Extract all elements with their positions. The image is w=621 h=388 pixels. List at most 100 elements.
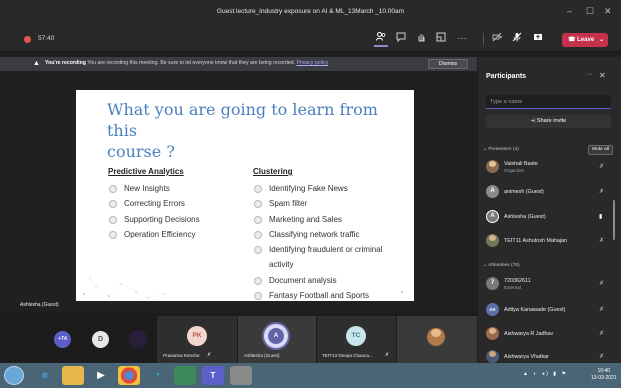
chrome-icon[interactable]	[118, 366, 140, 385]
camera-off-icon	[492, 32, 502, 42]
panel-title: Participants	[486, 73, 527, 80]
participants-panel: Participants ··· ✕ ⩤ Share invite ⌄ Pres…	[478, 57, 621, 363]
participant-row[interactable]: Aishwarya R Jadhav ✗	[486, 325, 614, 343]
participant-name: Aditya Kanawade (Guest)	[504, 307, 566, 313]
rooms-button[interactable]	[434, 32, 448, 45]
minimize-button[interactable]: –	[567, 6, 572, 16]
clustering-heading: Clustering	[253, 167, 293, 176]
taskbar-clock[interactable]: 10:40 13-03-2021	[591, 368, 617, 382]
share-screen-button[interactable]	[531, 32, 545, 45]
clock-time: 10:40	[597, 368, 611, 374]
participant-avatar: AK	[486, 303, 499, 316]
mute-all-button[interactable]: Mute all	[588, 145, 613, 155]
internet-explorer-icon[interactable]: e	[34, 366, 56, 385]
participants-button[interactable]	[374, 32, 388, 47]
list-item: Identifying fraudulent or criminal activ…	[253, 242, 393, 273]
panel-scrollbar[interactable]	[613, 200, 615, 240]
list-item: Identifying Fake News	[253, 181, 393, 196]
participant-tile-ashlesha[interactable]: A Ashlesha (Guest)	[238, 316, 316, 363]
panel-close-button[interactable]: ✕	[599, 71, 606, 80]
participant-row[interactable]: 7 720362611 External ✗	[486, 275, 614, 293]
participant-row[interactable]: AK Aditya Kanawade (Guest) ✗	[486, 301, 614, 319]
overflow-count-avatar[interactable]: +74	[54, 331, 71, 348]
mic-off-icon: ✗	[599, 281, 605, 287]
avatar-d[interactable]: D	[92, 331, 109, 348]
mic-off-icon: ✗	[385, 352, 390, 358]
attendees-heading: Attendees (76)	[488, 263, 520, 268]
share-tray-icon	[534, 34, 542, 40]
participant-photo-avatar	[486, 350, 499, 363]
predictive-analytics-list: New Insights Correcting Errors Supportin…	[108, 181, 248, 242]
shared-screen-stage: What you are going to learn from this co…	[0, 72, 477, 312]
mic-on-icon: ▮	[599, 214, 603, 220]
list-item: Classifying network traffic	[253, 227, 393, 242]
presenters-section-header[interactable]: ⌄ Presenters (4)	[483, 147, 519, 152]
gallery-icon[interactable]	[174, 366, 196, 385]
leave-button[interactable]: ☎ Leave ⌄	[562, 33, 608, 47]
windows-taskbar: e ▶ ◔ T ▲ ◐ ◂) ▮ ⚑ 10:40 13-03-2021	[0, 363, 621, 388]
participant-tile-deepa[interactable]: TC TEIT13 Deepa Chauca... ✗	[317, 316, 396, 363]
list-item: New Insights	[108, 181, 248, 196]
search-input[interactable]	[486, 95, 611, 109]
participant-row[interactable]: A Ashlesha (Guest) ▮	[486, 208, 614, 226]
leave-label: Leave	[577, 37, 595, 43]
slide-title-line2: course ?	[107, 142, 175, 161]
reactions-button[interactable]	[414, 32, 428, 45]
privacy-policy-link[interactable]: Privacy policy	[296, 60, 328, 66]
dismiss-button[interactable]: Dismiss	[428, 59, 468, 69]
participant-avatar: A	[486, 210, 499, 223]
participant-photo-avatar	[427, 328, 445, 346]
camera-button[interactable]	[490, 32, 504, 45]
participant-photo-avatar	[486, 234, 499, 247]
chevron-down-icon[interactable]: ⌄	[599, 33, 604, 47]
microphone-button[interactable]	[510, 32, 524, 45]
system-tray-icons[interactable]: ▲ ◐ ◂) ▮ ⚑	[523, 371, 568, 377]
participant-row[interactable]: TEIT11 Ashutosh Mahajan ✗	[486, 232, 614, 250]
panel-more-button[interactable]: ···	[586, 71, 593, 78]
tile-name: TEIT13 Deepa Chauca...	[322, 353, 373, 358]
participant-role: Organizer	[504, 168, 525, 173]
slide-decoration	[83, 277, 165, 299]
mic-off-icon: ✗	[599, 307, 605, 313]
settings-app-icon[interactable]	[230, 366, 252, 385]
meeting-timer: 57:40	[38, 35, 55, 42]
maximize-button[interactable]: ☐	[586, 6, 594, 16]
start-button[interactable]	[4, 366, 24, 385]
title-bar: Guest lecture_Industry exposure on AI & …	[0, 0, 621, 25]
mic-off-icon: ✗	[599, 331, 605, 337]
share-invite-label: Share invite	[536, 118, 567, 124]
warning-icon: ▲	[33, 60, 40, 67]
mic-off-icon: ✗	[599, 189, 605, 195]
toolbar-divider	[483, 33, 484, 45]
slide-title-line1: What you are going to learn from this	[107, 100, 378, 140]
clustering-list: Identifying Fake News Spam filter Market…	[253, 181, 393, 301]
window-title: Guest lecture_Industry exposure on AI & …	[216, 8, 405, 15]
participant-tile-prasanna[interactable]: PK Prasanna Kenche ✗	[157, 316, 237, 363]
avatar-dark[interactable]	[129, 330, 147, 348]
close-window-button[interactable]: ✕	[604, 6, 612, 16]
teams-icon[interactable]: T	[202, 366, 224, 385]
teams-meeting-window: Guest lecture_Industry exposure on AI & …	[0, 0, 621, 388]
participant-name: TEIT11 Ashutosh Mahajan	[504, 238, 568, 244]
media-player-icon[interactable]: ▶	[90, 366, 112, 385]
file-explorer-icon[interactable]	[62, 366, 84, 385]
participant-row[interactable]: Vaishali Baste Organizer ✗	[486, 158, 614, 176]
list-item: Marketing and Sales	[253, 212, 393, 227]
participant-avatar: 7	[486, 277, 499, 290]
more-actions-button[interactable]: ···	[455, 32, 469, 44]
avatar-tc: TC	[346, 326, 366, 346]
participant-photo-avatar	[486, 327, 499, 340]
attendees-section-header[interactable]: ⌄ Attendees (76)	[483, 263, 520, 268]
avatar-a: A	[268, 328, 284, 344]
chat-button[interactable]	[394, 32, 408, 45]
chat-icon	[396, 32, 406, 43]
share-invite-button[interactable]: ⩤ Share invite	[486, 115, 611, 128]
list-item: Correcting Errors	[108, 196, 248, 211]
participant-row[interactable]: A animesh (Guest) ✗	[486, 183, 614, 201]
participant-name: Aishwarya R Jadhav	[504, 331, 554, 337]
recording-banner-bold: You're recording	[45, 60, 86, 66]
edge-icon[interactable]: ◔	[146, 366, 168, 385]
participant-tile-photo[interactable]	[397, 316, 477, 363]
presenter-name-label: Ashlesha (Guest)	[20, 302, 59, 308]
speaking-ring: A	[262, 322, 290, 350]
